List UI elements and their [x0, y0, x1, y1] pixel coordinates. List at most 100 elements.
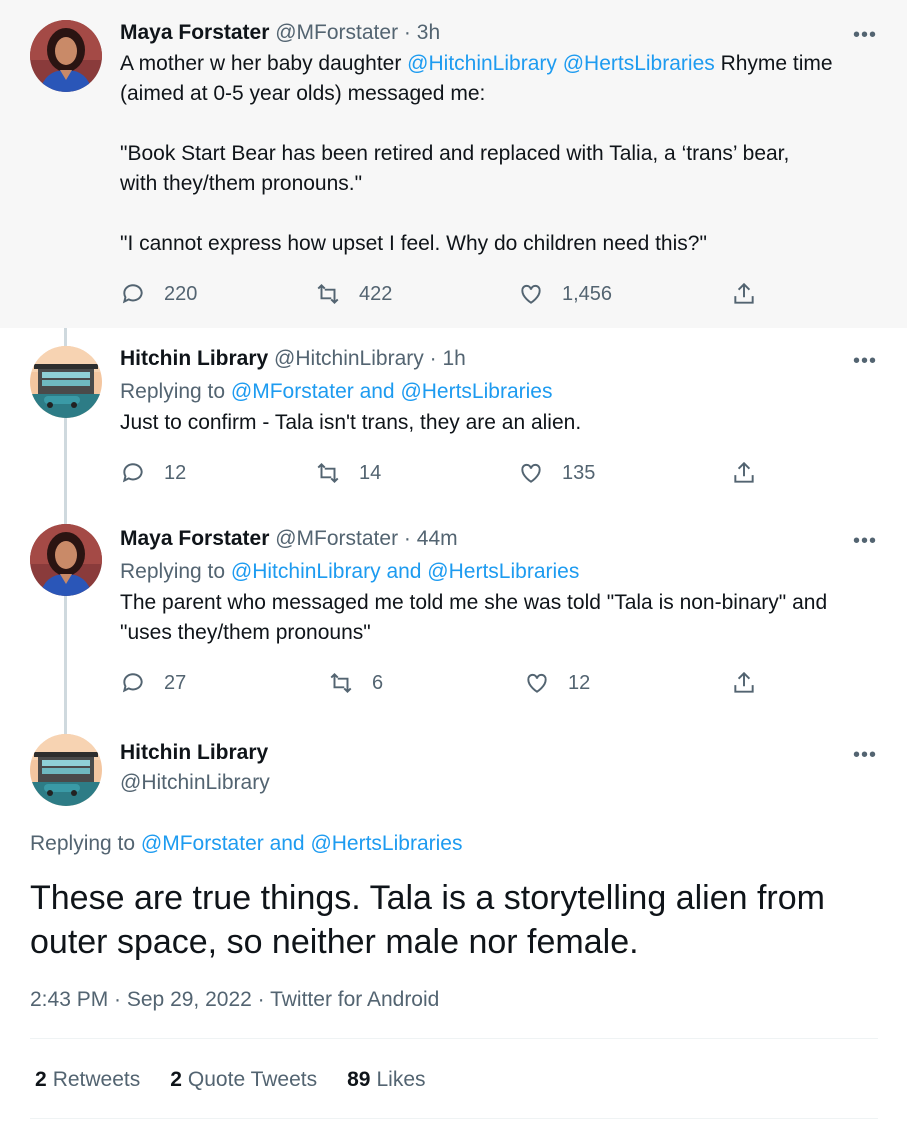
tweet-time[interactable]: 1h [442, 347, 465, 370]
retweet-count: 14 [359, 461, 382, 484]
tweet-actions: 220 422 1,456 [120, 281, 760, 311]
share-icon [734, 671, 754, 693]
replying-mentions[interactable]: @HitchinLibrary and @HertsLibraries [231, 560, 579, 583]
author-handle[interactable]: @HitchinLibrary [120, 771, 270, 794]
share-button[interactable] [731, 460, 775, 486]
quote-tweets-stat[interactable]: 2 Quote Tweets [170, 1068, 317, 1092]
replying-to: Replying to @MForstater and @HertsLibrar… [120, 379, 879, 405]
replying-mentions[interactable]: @MForstater and @HertsLibraries [141, 832, 463, 855]
retweet-icon [330, 672, 352, 694]
retweet-button[interactable]: 422 [315, 281, 392, 307]
reply-count: 27 [164, 671, 187, 694]
engagement-stats: 2 Retweets 2 Quote Tweets 89 Likes [35, 1068, 426, 1092]
retweet-button[interactable]: 14 [315, 460, 381, 486]
avatar[interactable] [30, 524, 102, 596]
tweet-header: Maya Forstater @MForstater · 3h [120, 20, 879, 46]
divider [30, 1038, 878, 1039]
replying-mentions[interactable]: @MForstater and @HertsLibraries [231, 380, 553, 403]
author-name[interactable]: Hitchin Library [120, 347, 268, 370]
retweet-count: 6 [372, 671, 384, 694]
text-line: These are true things. Tala is a storyte… [30, 879, 825, 917]
tweet-actions: 12 14 135 [120, 460, 760, 490]
likes-stat[interactable]: 89 Likes [347, 1068, 425, 1092]
more-icon[interactable]: ••• [853, 25, 877, 45]
more-icon[interactable]: ••• [853, 745, 877, 765]
reply-icon [122, 673, 143, 693]
author-handle[interactable]: @MForstater [275, 527, 398, 550]
avatar[interactable] [30, 20, 102, 92]
separator-dot: · [403, 527, 411, 550]
like-button[interactable]: 135 [518, 460, 595, 486]
tweet-1[interactable]: Maya Forstater @MForstater · 3h A mother… [0, 0, 907, 328]
mention-link[interactable]: @HertsLibraries [563, 52, 715, 75]
like-icon [527, 673, 547, 693]
replying-to: Replying to @MForstater and @HertsLibrar… [30, 831, 462, 857]
reply-count: 12 [164, 461, 187, 484]
like-button[interactable]: 1,456 [518, 281, 612, 307]
tweet-content: Hitchin Library @HitchinLibrary · 1h Rep… [120, 346, 879, 438]
author-handle[interactable]: @HitchinLibrary [274, 347, 424, 370]
text-segment: Rhyme time [714, 52, 833, 75]
tweet-3[interactable]: Maya Forstater @MForstater · 44m Replyin… [0, 508, 907, 718]
tweet-text: The parent who messaged me told me she w… [120, 588, 879, 648]
tweet-content: Maya Forstater @MForstater · 3h A mother… [120, 20, 879, 259]
replying-prefix: Replying to [120, 380, 231, 403]
mention-link[interactable]: @HitchinLibrary [407, 52, 557, 75]
author-name[interactable]: Hitchin Library [120, 741, 268, 764]
main-tweet-text: These are true things. Tala is a storyte… [30, 876, 880, 964]
like-button[interactable]: 12 [524, 670, 590, 696]
text-line: (aimed at 0-5 year olds) messaged me: [120, 82, 486, 105]
reply-button[interactable]: 12 [120, 460, 186, 486]
likes-count: 89 [347, 1068, 371, 1091]
share-icon [734, 282, 754, 304]
more-icon[interactable]: ••• [853, 351, 877, 371]
like-icon [521, 284, 541, 304]
share-button[interactable] [731, 281, 775, 307]
tweet-time[interactable]: 44m [417, 527, 458, 550]
text-line: "uses they/them pronouns" [120, 621, 371, 644]
replying-prefix: Replying to [30, 832, 141, 855]
text-line: The parent who messaged me told me she w… [120, 591, 828, 614]
like-icon [521, 463, 541, 483]
separator-dot: · [403, 21, 411, 44]
retweet-button[interactable]: 6 [328, 670, 383, 696]
tweet-timestamp[interactable]: 2:43 PM · Sep 29, 2022 · Twitter for And… [30, 988, 439, 1012]
retweet-icon [317, 283, 339, 305]
reply-icon [122, 463, 143, 483]
retweets-count: 2 [35, 1068, 47, 1091]
text-line: Just to confirm - Tala isn't trans, they… [120, 411, 582, 434]
avatar[interactable] [30, 346, 102, 418]
more-icon[interactable]: ••• [853, 531, 877, 551]
separator-dot: · [429, 347, 437, 370]
tweet-time[interactable]: 3h [417, 21, 440, 44]
replying-prefix: Replying to [120, 560, 231, 583]
like-count: 1,456 [562, 282, 613, 305]
reply-count: 220 [164, 282, 198, 305]
text-line: with they/them pronouns." [120, 172, 363, 195]
tweet-content: Maya Forstater @MForstater · 44m Replyin… [120, 526, 879, 648]
tweet-2[interactable]: Hitchin Library @HitchinLibrary · 1h Rep… [0, 328, 907, 508]
like-count: 12 [568, 671, 591, 694]
author-handle-line: @HitchinLibrary [120, 770, 879, 796]
retweet-icon [317, 462, 339, 484]
quotes-count: 2 [170, 1068, 182, 1091]
avatar[interactable] [30, 734, 102, 806]
retweets-stat[interactable]: 2 Retweets [35, 1068, 140, 1092]
author-name-line: Hitchin Library [120, 740, 879, 766]
tweet-text: Just to confirm - Tala isn't trans, they… [120, 408, 879, 438]
author-name[interactable]: Maya Forstater [120, 527, 269, 550]
likes-label: Likes [376, 1068, 426, 1091]
tweet-header: Hitchin Library @HitchinLibrary · 1h [120, 346, 879, 372]
share-button[interactable] [731, 670, 775, 696]
divider [30, 1118, 878, 1119]
main-tweet-author: Hitchin Library @HitchinLibrary [120, 740, 879, 796]
quotes-label: Quote Tweets [187, 1068, 318, 1091]
retweets-label: Retweets [52, 1068, 141, 1091]
reply-button[interactable]: 27 [120, 670, 186, 696]
text-line: "Book Start Bear has been retired and re… [120, 142, 790, 165]
author-handle[interactable]: @MForstater [275, 21, 398, 44]
share-icon [734, 461, 754, 483]
reply-icon [122, 284, 143, 304]
reply-button[interactable]: 220 [120, 281, 197, 307]
author-name[interactable]: Maya Forstater [120, 21, 269, 44]
